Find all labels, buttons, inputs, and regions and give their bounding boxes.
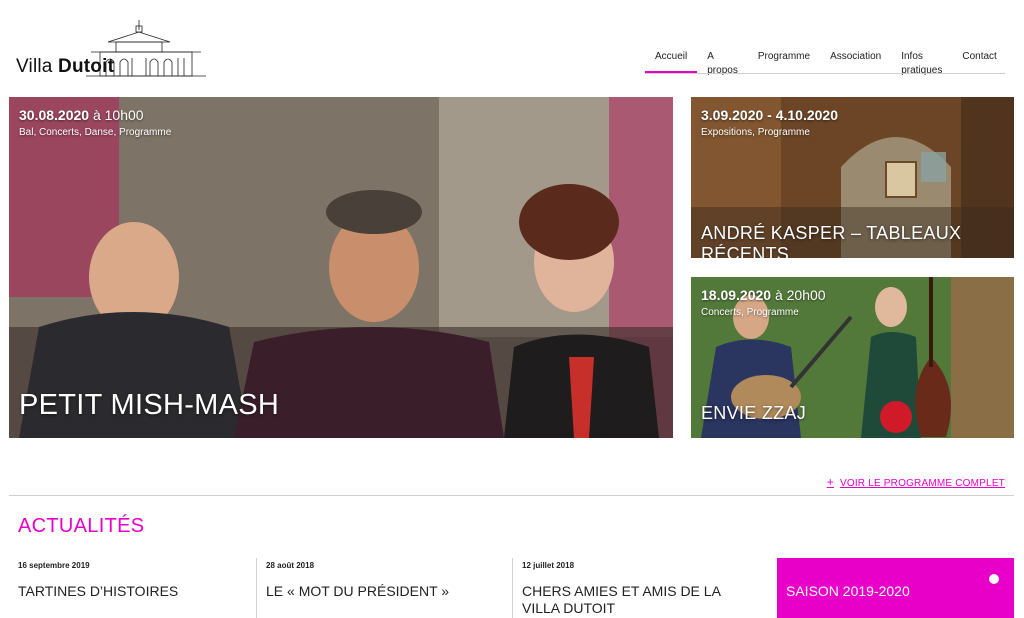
section-divider [9, 495, 1014, 496]
event-tile-petit-mish-mash[interactable]: 30.08.2020 à 10h00 Bal, Concerts, Danse,… [9, 97, 673, 438]
news-title[interactable]: TARTINES D’HISTOIRES [18, 583, 248, 600]
nav-contact[interactable]: Contact [952, 50, 1006, 74]
event-categories[interactable]: Bal, Concerts, Danse, Programme [19, 127, 171, 138]
season-title[interactable]: SAISON 2019-2020 [786, 583, 910, 599]
full-program-label: VOIR LE PROGRAMME COMPLET [839, 478, 1005, 489]
logo-text-regular: Villa [16, 56, 59, 77]
news-heading: ACTUALITÉS [18, 515, 145, 537]
event-date-value: 18.09.2020 [701, 287, 772, 303]
event-categories[interactable]: Expositions, Programme [701, 127, 810, 138]
event-time: à 10h00 [89, 107, 144, 123]
news-item[interactable]: 16 septembre 2019 TARTINES D’HISTOIRES [9, 558, 265, 618]
news-item[interactable]: 28 août 2018 LE « MOT DU PRÉSIDENT » [256, 558, 512, 618]
news-date: 16 septembre 2019 [18, 561, 90, 570]
nav-accueil[interactable]: Accueil [645, 50, 698, 74]
event-tile-andre-kasper[interactable]: 3.09.2020 - 4.10.2020 Expositions, Progr… [691, 97, 1014, 258]
nav-association[interactable]: Association [820, 50, 891, 74]
site-logo[interactable]: Villa Dutoit [16, 18, 206, 80]
villa-building-icon [86, 20, 206, 77]
news-date: 12 juillet 2018 [522, 561, 575, 570]
event-date: 30.08.2020 à 10h00 [19, 107, 144, 123]
nav-infos-pratiques[interactable]: Infos pratiques [891, 50, 952, 76]
nav-a-propos[interactable]: A propos [697, 50, 748, 76]
event-date-value: 30.08.2020 [19, 107, 90, 123]
event-title[interactable]: ANDRÉ KASPER – TABLEAUX RÉCENTS [701, 223, 1014, 258]
nav-programme[interactable]: Programme [748, 50, 820, 74]
event-photo [9, 97, 673, 438]
event-date: 18.09.2020 à 20h00 [701, 287, 826, 303]
news-title[interactable]: CHERS AMIES ET AMIS DE LA VILLA DUTOIT [522, 583, 752, 617]
event-title[interactable]: PETIT MISH-MASH [19, 389, 279, 422]
event-categories[interactable]: Concerts, Programme [701, 307, 799, 318]
season-promo-box[interactable]: SAISON 2019-2020 [777, 558, 1014, 618]
event-tile-envie-zzaj[interactable]: 18.09.2020 à 20h00 Concerts, Programme E… [691, 277, 1014, 438]
news-title[interactable]: LE « MOT DU PRÉSIDENT » [266, 583, 496, 600]
news-date: 28 août 2018 [266, 561, 315, 570]
plus-icon: + [826, 475, 834, 489]
event-time: à 20h00 [771, 287, 826, 303]
dot-icon [989, 574, 999, 584]
nav-underline-rule [645, 73, 1005, 74]
event-date: 3.09.2020 - 4.10.2020 [701, 107, 839, 123]
full-program-link[interactable]: + VOIR LE PROGRAMME COMPLET [827, 475, 1005, 489]
news-item[interactable]: 12 juillet 2018 CHERS AMIES ET AMIS DE L… [512, 558, 768, 618]
event-title[interactable]: ENVIE ZZAJ [701, 403, 806, 424]
main-nav: Accueil A propos Programme Association I… [645, 50, 1006, 76]
